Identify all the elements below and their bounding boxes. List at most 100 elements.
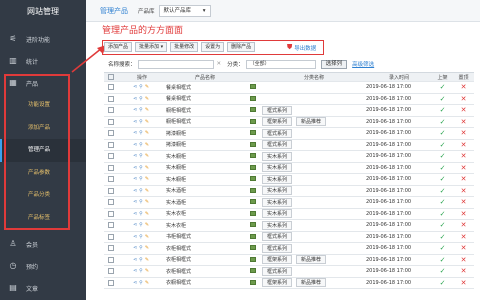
edit-icon[interactable]: ✎ — [145, 130, 151, 136]
row-checkbox[interactable] — [108, 233, 114, 240]
cross-icon[interactable]: ✕ — [461, 95, 467, 103]
product-name[interactable]: 衣柜相框式 — [166, 242, 244, 255]
delete-product-button[interactable]: 删除产品 — [227, 42, 256, 52]
row-checkbox[interactable] — [108, 176, 114, 182]
image-icon[interactable] — [250, 233, 256, 239]
row-checkbox[interactable] — [108, 210, 114, 217]
image-icon[interactable] — [250, 222, 256, 228]
category-select[interactable]: （全部） — [245, 59, 316, 69]
edit-icon[interactable]: ✎ — [145, 257, 151, 263]
product-name[interactable]: 餐桌相框式 — [166, 93, 244, 105]
check-icon[interactable]: ✓ — [440, 279, 446, 287]
cross-icon[interactable]: ✕ — [461, 164, 467, 172]
cross-icon[interactable]: ✕ — [461, 210, 467, 218]
product-name[interactable]: 拷漆橱柜 — [166, 127, 244, 140]
check-icon[interactable]: ✓ — [440, 83, 446, 91]
check-icon[interactable]: ✓ — [440, 256, 446, 264]
row-checkbox[interactable] — [108, 153, 114, 159]
check-icon[interactable]: ✓ — [440, 152, 446, 160]
cross-icon[interactable]: ✕ — [461, 129, 467, 137]
image-icon[interactable] — [250, 256, 256, 262]
cross-icon[interactable]: ✕ — [461, 233, 467, 241]
product-name[interactable]: 实木衣柜 — [166, 208, 244, 220]
table-row[interactable]: ⋖⚲✎ 实木酒柜 实木系列 2019-06-18 17:00 ✓ ✕ — [104, 185, 474, 197]
sidebar-item-booking[interactable]: ◷ 预约 — [0, 255, 86, 277]
edit-icon[interactable]: ✎ — [145, 84, 151, 90]
row-checkbox[interactable] — [108, 164, 114, 171]
cross-icon[interactable]: ✕ — [461, 187, 467, 195]
check-icon[interactable]: ✓ — [440, 267, 446, 275]
edit-icon[interactable]: ✎ — [145, 119, 151, 125]
cross-icon[interactable]: ✕ — [461, 175, 467, 183]
table-row[interactable]: ⋖⚲✎ 实木橱柜 实木系列 2019-06-18 17:00 ✓ ✕ — [104, 150, 474, 163]
image-icon[interactable] — [250, 187, 256, 193]
product-name[interactable]: 实木橱柜 — [166, 150, 244, 163]
check-icon[interactable]: ✓ — [440, 210, 446, 218]
check-icon[interactable]: ✓ — [440, 233, 446, 241]
row-checkbox[interactable] — [108, 268, 114, 274]
row-checkbox[interactable] — [108, 141, 114, 148]
select-all-cell[interactable] — [104, 72, 118, 82]
image-icon[interactable] — [250, 141, 256, 147]
product-name[interactable]: 实木橱柜 — [166, 162, 244, 174]
edit-icon[interactable]: ✎ — [145, 234, 151, 240]
select-all-checkbox[interactable] — [108, 73, 114, 80]
row-checkbox[interactable] — [108, 199, 114, 205]
table-row[interactable]: ⋖⚲✎ 实木酒柜 实木系列 2019-06-18 17:00 ✓ ✕ — [104, 196, 474, 209]
table-row[interactable]: ⋖⚲✎ 拷漆橱柜 框式系列 2019-06-18 17:00 ✓ ✕ — [104, 139, 474, 151]
product-name[interactable]: 拷漆橱柜 — [166, 139, 244, 151]
check-icon[interactable]: ✓ — [440, 141, 446, 149]
cross-icon[interactable]: ✕ — [461, 279, 467, 287]
table-row[interactable]: ⋖⚲✎ 餐桌相框式 2019-06-18 17:00 ✓ ✕ — [104, 93, 474, 105]
edit-icon[interactable]: ✎ — [145, 107, 151, 113]
library-select[interactable]: 默认产品库 ▾ — [158, 4, 211, 17]
table-row[interactable]: ⋖⚲✎ 书柜相框式 框式系列 2019-06-18 17:00 ✓ ✕ — [104, 231, 474, 243]
image-icon[interactable] — [250, 176, 256, 182]
header-pinned[interactable]: 置顶 — [453, 72, 474, 82]
image-icon[interactable] — [250, 118, 256, 124]
image-icon[interactable] — [250, 199, 256, 205]
product-name[interactable]: 餐桌相框式 — [166, 81, 244, 94]
cross-icon[interactable]: ✕ — [461, 106, 467, 114]
cross-icon[interactable]: ✕ — [461, 152, 467, 160]
clear-icon[interactable]: ✕ — [217, 61, 222, 67]
edit-icon[interactable]: ✎ — [145, 280, 151, 286]
check-icon[interactable]: ✓ — [440, 118, 446, 126]
cross-icon[interactable]: ✕ — [461, 118, 467, 126]
image-icon[interactable] — [250, 210, 256, 216]
edit-icon[interactable]: ✎ — [145, 165, 151, 171]
row-checkbox[interactable] — [108, 107, 114, 113]
edit-icon[interactable]: ✎ — [145, 268, 151, 274]
image-icon[interactable] — [250, 95, 256, 101]
header-listed[interactable]: 上架 — [432, 72, 453, 82]
check-icon[interactable]: ✓ — [440, 221, 446, 229]
header-category[interactable]: 分类名称 — [262, 72, 366, 82]
product-name[interactable]: 橱柜相框式 — [166, 116, 244, 128]
table-row[interactable]: ⋖⚲✎ 衣柜相框式 框式系列 2019-06-18 17:00 ✓ ✕ — [104, 242, 474, 255]
edit-icon[interactable]: ✎ — [145, 188, 151, 194]
product-name[interactable]: 衣柜相框式 — [166, 265, 244, 278]
header-date[interactable]: 录入时间 — [366, 72, 432, 82]
check-icon[interactable]: ✓ — [440, 187, 446, 195]
product-name[interactable]: 衣橱相框式 — [166, 277, 244, 289]
table-row[interactable]: ⋖⚲✎ 餐桌相框式 2019-06-18 17:00 ✓ ✕ — [104, 81, 474, 94]
image-icon[interactable] — [250, 153, 256, 159]
cross-icon[interactable]: ✕ — [461, 256, 467, 264]
image-icon[interactable] — [250, 268, 256, 274]
image-icon[interactable] — [250, 279, 256, 285]
check-icon[interactable]: ✓ — [440, 129, 446, 137]
edit-icon[interactable]: ✎ — [145, 199, 151, 205]
row-checkbox[interactable] — [108, 95, 114, 102]
select-columns-button[interactable]: 选择列 — [320, 59, 348, 69]
row-checkbox[interactable] — [108, 245, 114, 251]
cross-icon[interactable]: ✕ — [461, 83, 467, 91]
row-checkbox[interactable] — [108, 118, 114, 125]
add-product-button[interactable]: 添加产品 — [104, 42, 133, 52]
image-icon[interactable] — [250, 130, 256, 136]
check-icon[interactable]: ✓ — [440, 164, 446, 172]
edit-icon[interactable]: ✎ — [145, 153, 151, 159]
batch-edit-button[interactable]: 批量修改 — [170, 42, 199, 52]
table-row[interactable]: ⋖⚲✎ 拷漆橱柜 框式系列 2019-06-18 17:00 ✓ ✕ — [104, 127, 474, 140]
product-name[interactable]: 书柜相框式 — [166, 231, 244, 243]
edit-icon[interactable]: ✎ — [145, 245, 151, 251]
